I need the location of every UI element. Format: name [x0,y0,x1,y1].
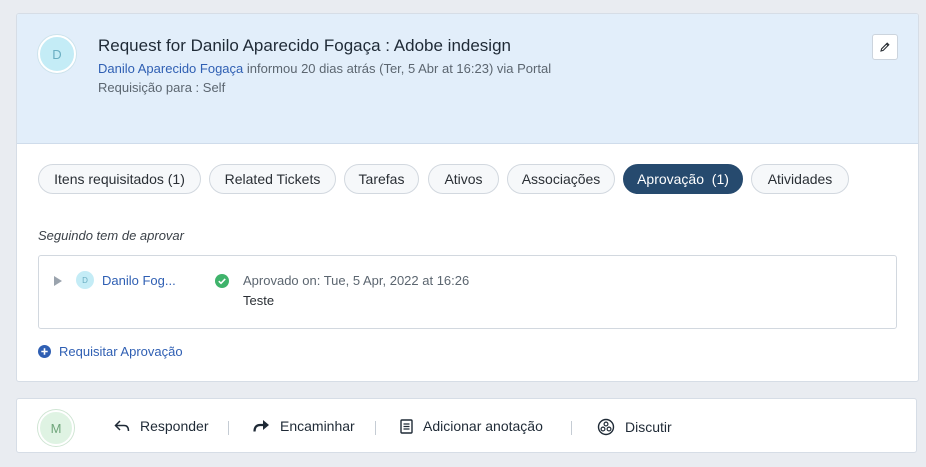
tab-ativos[interactable]: Ativos [428,164,499,194]
current-user-avatar: M [38,410,74,446]
ticket-title: Request for Danilo Aparecido Fogaça : Ad… [98,36,511,55]
add-note-button[interactable]: Adicionar anotação [400,418,543,434]
requisition-for: Requisição para : Self [98,80,226,95]
reply-icon [114,420,130,432]
tab-atividades[interactable]: Atividades [751,164,849,194]
approval-comment: Teste [243,293,275,308]
forward-icon [253,420,269,432]
forward-label: Encaminhar [280,418,355,434]
discuss-label: Discutir [625,419,672,435]
requester-avatar: D [38,35,76,73]
action-bar: M Responder Encaminhar Adicionar anotaçã… [16,398,917,453]
forward-button[interactable]: Encaminhar [253,418,355,434]
approver-name[interactable]: Danilo Fog... [102,273,176,288]
tab-itens-requisitados[interactable]: Itens requisitados (1) [38,164,201,194]
request-approval-link[interactable]: Requisitar Aprovação [38,344,183,359]
discuss-icon [597,418,615,436]
pencil-icon [880,42,890,52]
approver-avatar: D [76,271,94,289]
reply-label: Responder [140,418,209,434]
ticket-card: D Request for Danilo Aparecido Fogaça : … [16,13,919,382]
edit-button[interactable] [872,34,898,60]
reply-button[interactable]: Responder [114,418,209,434]
ticket-header: D Request for Danilo Aparecido Fogaça : … [17,14,918,144]
separator [375,421,376,435]
note-icon [400,418,413,434]
approval-section-label: Seguindo tem de aprovar [38,228,184,243]
separator [571,421,572,435]
ticket-meta: Danilo Aparecido Fogaça informou 20 dias… [98,61,551,76]
separator [228,421,229,435]
request-approval-label: Requisitar Aprovação [59,344,183,359]
add-note-label: Adicionar anotação [423,418,543,434]
tab-tarefas[interactable]: Tarefas [344,164,419,194]
plus-circle-icon [38,345,51,358]
expand-caret-icon[interactable] [54,276,62,286]
tab-aprovacao[interactable]: Aprovação (1) [623,164,743,194]
tab-associacoes[interactable]: Associações [507,164,615,194]
approved-check-icon [215,274,229,288]
approval-status: Aprovado on: Tue, 5 Apr, 2022 at 16:26 [243,273,470,288]
approval-row: D Danilo Fog... Aprovado on: Tue, 5 Apr,… [38,255,897,329]
requester-link[interactable]: Danilo Aparecido Fogaça [98,61,243,76]
discuss-button[interactable]: Discutir [597,418,672,436]
tab-related-tickets[interactable]: Related Tickets [209,164,336,194]
meta-text: informou 20 dias atrás (Ter, 5 Abr at 16… [243,61,552,76]
